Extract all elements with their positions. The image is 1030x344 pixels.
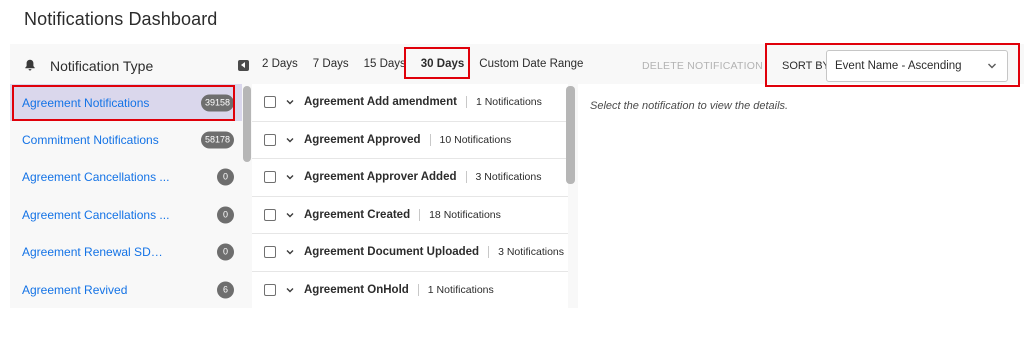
type-item-label: Commitment Notifications	[22, 133, 159, 148]
event-checkbox[interactable]	[264, 246, 276, 259]
tab-15-days[interactable]: 15 Days	[364, 58, 406, 70]
event-checkbox[interactable]	[264, 96, 276, 109]
type-item-label: Agreement Cancellations ...	[22, 170, 170, 185]
notification-detail-panel: Select the notification to view the deta…	[578, 84, 1024, 308]
chevron-down-icon[interactable]	[286, 286, 294, 294]
separator	[417, 283, 419, 296]
tab-2-days[interactable]: 2 Days	[262, 58, 298, 70]
separator	[465, 96, 467, 109]
page-title: Notifications Dashboard	[24, 9, 218, 29]
type-item-label: Agreement Notifications	[22, 95, 150, 110]
type-item-count-badge: 58178	[200, 131, 234, 149]
type-list-scrollbar[interactable]	[242, 84, 252, 308]
event-checkbox[interactable]	[264, 133, 276, 146]
event-count: 3 Notifications	[498, 246, 565, 259]
notification-type-list: Agreement Notifications 39158 Commitment…	[10, 84, 242, 308]
type-item-count-badge: 6	[217, 281, 234, 299]
event-row[interactable]: Agreement Created 18 Notifications	[252, 197, 568, 234]
type-item-label: Agreement Revived	[22, 282, 128, 297]
event-list: Agreement Add amendment 1 Notifications …	[252, 84, 568, 308]
separator	[419, 208, 421, 221]
notification-type-header: Notification Type	[10, 44, 252, 84]
event-checkbox[interactable]	[264, 171, 276, 184]
chevron-down-icon[interactable]	[286, 211, 294, 219]
separator	[429, 133, 431, 146]
event-row[interactable]: Agreement OnHold 1 Notifications	[252, 272, 568, 309]
type-item-label: Agreement Cancellations ...	[22, 207, 170, 222]
chevron-down-icon[interactable]	[286, 98, 294, 106]
event-name: Agreement Add amendment	[304, 96, 457, 109]
event-count: 10 Notifications	[439, 133, 512, 146]
type-item-agreement-notifications[interactable]: Agreement Notifications 39158	[10, 84, 242, 122]
date-range-tabs: 2 Days 7 Days 15 Days 30 Days Custom Dat…	[262, 58, 598, 70]
event-name: Agreement Approved	[304, 133, 421, 146]
tab-7-days[interactable]: 7 Days	[313, 58, 349, 70]
sort-by-label: SORT BY	[782, 60, 830, 72]
separator	[465, 171, 467, 184]
notification-type-panel: Notification Type Agreement Notification…	[10, 44, 252, 308]
event-checkbox[interactable]	[264, 283, 276, 296]
separator	[488, 246, 490, 259]
delete-notification-button[interactable]: DELETE NOTIFICATION	[642, 60, 763, 72]
sort-by-select[interactable]: Event Name - Ascending	[826, 50, 1008, 82]
event-list-scrollbar-thumb[interactable]	[566, 86, 575, 184]
event-checkbox[interactable]	[264, 208, 276, 221]
event-row[interactable]: Agreement Document Uploaded 3 Notificati…	[252, 234, 568, 272]
event-count: 3 Notifications	[475, 171, 542, 184]
sort-by-value: Event Name - Ascending	[835, 60, 962, 72]
type-item-count-badge: 0	[217, 168, 234, 186]
events-panel: 2 Days 7 Days 15 Days 30 Days Custom Dat…	[238, 44, 583, 308]
chevron-down-icon[interactable]	[286, 173, 294, 181]
type-item-agreement-renewal-sdk[interactable]: Agreement Renewal SDK ... 0	[10, 234, 242, 271]
type-list-scrollbar-thumb[interactable]	[243, 86, 251, 162]
type-item-agreement-cancellations-2[interactable]: Agreement Cancellations ... 0	[10, 196, 242, 233]
type-item-commitment-notifications[interactable]: Commitment Notifications 58178	[10, 121, 242, 158]
type-item-agreement-cancellations-1[interactable]: Agreement Cancellations ... 0	[10, 159, 242, 196]
notifications-board: Notification Type Agreement Notification…	[10, 44, 1024, 308]
event-name: Agreement Approver Added	[304, 171, 457, 184]
detail-placeholder-text: Select the notification to view the deta…	[590, 100, 789, 112]
event-name: Agreement OnHold	[304, 283, 409, 296]
event-count: 1 Notifications	[475, 96, 542, 109]
event-count: 1 Notifications	[427, 283, 494, 296]
collapse-left-icon[interactable]	[238, 60, 249, 71]
type-item-count-badge: 0	[217, 243, 234, 261]
type-item-label: Agreement Renewal SDK ...	[22, 245, 170, 260]
type-item-count-badge: 0	[217, 206, 234, 224]
event-row[interactable]: Agreement Add amendment 1 Notifications	[252, 84, 568, 122]
chevron-down-icon[interactable]	[286, 136, 294, 144]
chevron-down-icon	[988, 63, 996, 69]
event-row[interactable]: Agreement Approved 10 Notifications	[252, 122, 568, 159]
event-count: 18 Notifications	[429, 208, 501, 221]
chevron-down-icon[interactable]	[286, 248, 294, 256]
tab-30-days[interactable]: 30 Days	[421, 58, 464, 70]
bell-icon	[25, 59, 35, 71]
notification-type-title: Notification Type	[50, 58, 154, 74]
event-name: Agreement Document Uploaded	[304, 246, 480, 259]
type-item-count-badge: 39158	[200, 94, 234, 112]
event-name: Agreement Created	[304, 208, 411, 221]
event-list-scrollbar[interactable]	[566, 84, 576, 308]
type-item-agreement-revived[interactable]: Agreement Revived 6	[10, 271, 242, 308]
tab-custom-date-range[interactable]: Custom Date Range	[479, 58, 583, 70]
event-row[interactable]: Agreement Approver Added 3 Notifications	[252, 159, 568, 197]
